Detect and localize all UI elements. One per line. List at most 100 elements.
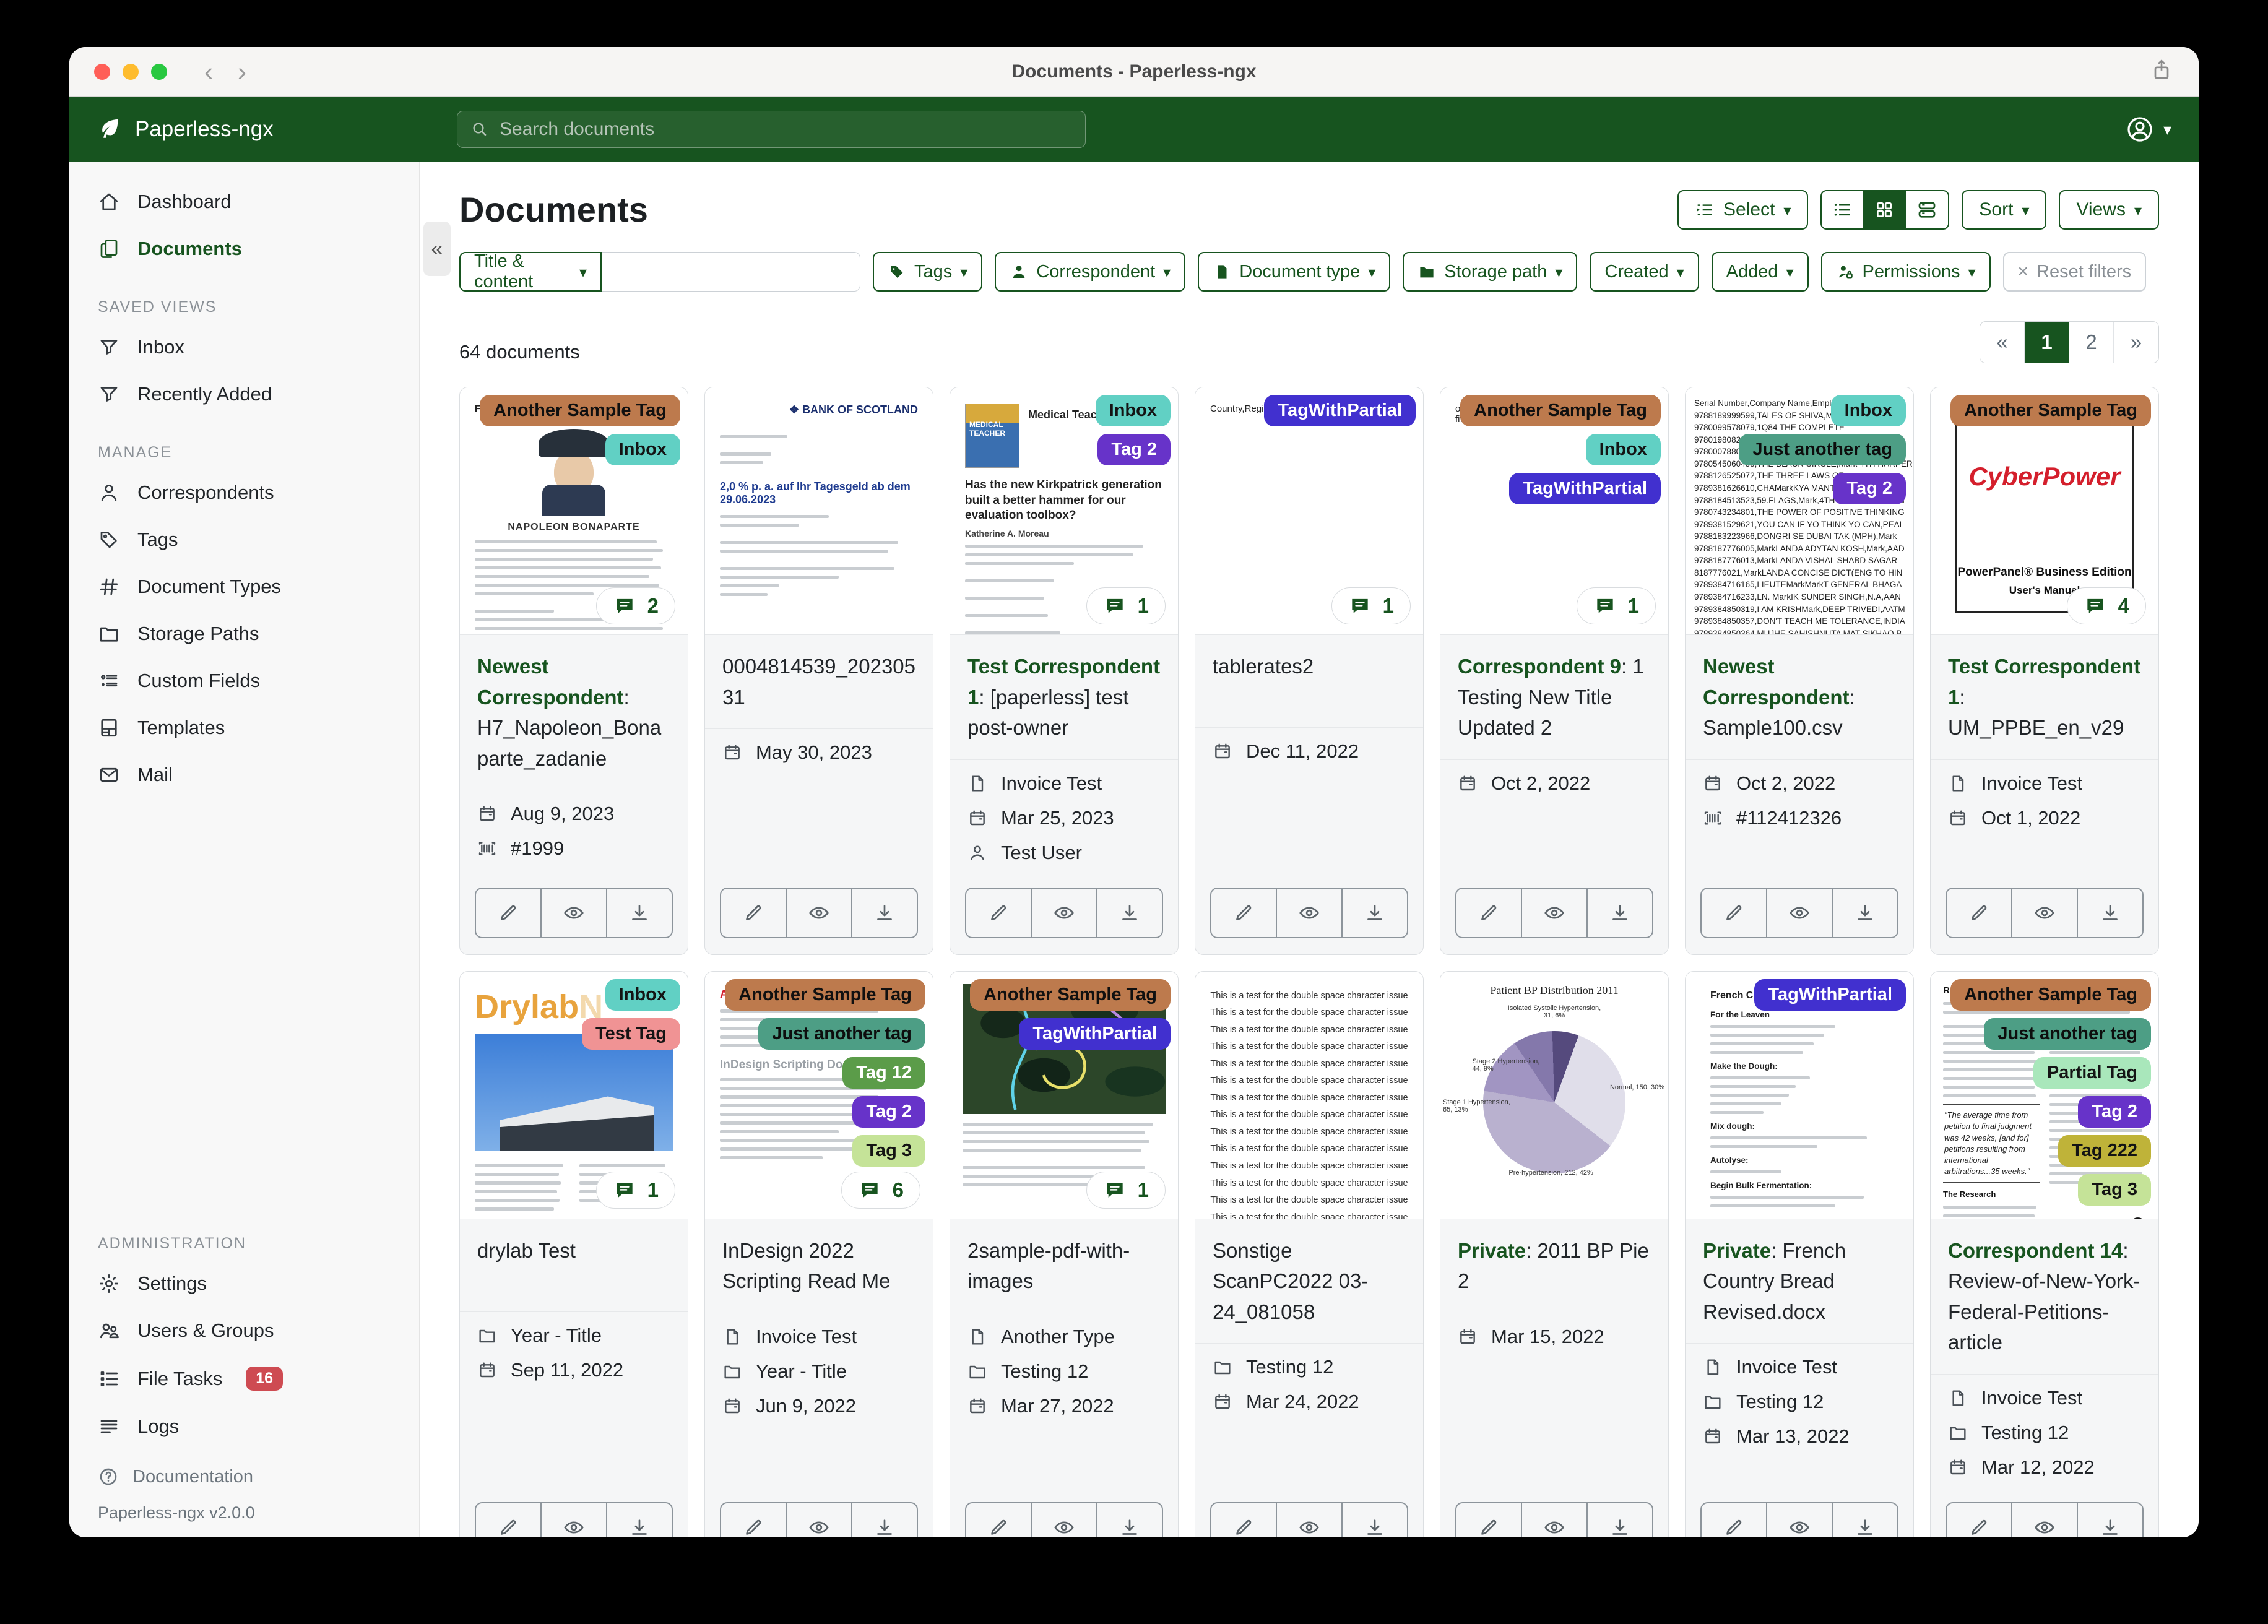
sidebar-item-correspondents[interactable]: Correspondents bbox=[69, 469, 419, 516]
document-card[interactable]: Review of"The average time from petition… bbox=[1930, 970, 2159, 1538]
tag-pill[interactable]: Test Tag bbox=[582, 1017, 680, 1050]
view-document-button[interactable] bbox=[787, 1503, 852, 1537]
tag-pill[interactable]: Tag 3 bbox=[2078, 1173, 2151, 1206]
tag-pill[interactable]: Another Sample Tag bbox=[1950, 978, 2151, 1011]
edit-document-button[interactable] bbox=[966, 1503, 1032, 1537]
edit-document-button[interactable] bbox=[1456, 888, 1522, 937]
document-title[interactable]: tablerates2 bbox=[1195, 635, 1423, 728]
document-card[interactable]: Serial Number,Company Name,Employe 978818… bbox=[1685, 387, 1914, 955]
search-input[interactable] bbox=[500, 119, 1073, 140]
tag-pill[interactable]: Just another tag bbox=[758, 1017, 925, 1050]
view-document-button[interactable] bbox=[787, 888, 852, 937]
view-document-button[interactable] bbox=[1522, 1503, 1588, 1537]
pagination-next-button[interactable]: » bbox=[2114, 322, 2158, 363]
comment-count-pill[interactable]: 1 bbox=[1086, 587, 1166, 624]
document-thumbnail[interactable]: ❖ BANK OF SCOTLAND 2,0 % p. a. auf Ihr Ta… bbox=[705, 387, 933, 635]
sidebar-item-tags[interactable]: Tags bbox=[69, 516, 419, 563]
filter-permissions-button[interactable]: Permissions bbox=[1820, 252, 1991, 292]
document-thumbnail[interactable]: Francja pod rNAPOLEON BONAPARTEAnother S… bbox=[460, 387, 688, 635]
sidebar-item-file-tasks[interactable]: File Tasks 16 bbox=[69, 1354, 419, 1403]
document-title[interactable]: 0004814539_20230531 bbox=[705, 635, 933, 729]
tag-pill[interactable]: Another Sample Tag bbox=[480, 395, 680, 426]
view-document-button[interactable] bbox=[1032, 888, 1097, 937]
edit-document-button[interactable] bbox=[966, 888, 1032, 937]
download-document-button[interactable] bbox=[852, 889, 917, 937]
view-grid-button[interactable] bbox=[1864, 191, 1907, 228]
download-document-button[interactable] bbox=[1588, 889, 1652, 937]
filter-correspondent-button[interactable]: Correspondent bbox=[995, 252, 1186, 292]
filter-document-type-button[interactable]: Document type bbox=[1198, 252, 1391, 292]
document-card[interactable]: DrylabN Inbox Test Tag 1 drylab Test Year - T… bbox=[459, 970, 688, 1537]
views-button[interactable]: Views bbox=[2059, 189, 2159, 230]
view-document-button[interactable] bbox=[2012, 888, 2078, 937]
download-document-button[interactable] bbox=[1097, 889, 1162, 937]
sidebar-item-mail[interactable]: Mail bbox=[69, 751, 419, 798]
document-title[interactable]: 2sample-pdf-with-images bbox=[950, 1219, 1178, 1313]
tag-pill[interactable]: Inbox bbox=[1095, 395, 1171, 426]
download-document-button[interactable] bbox=[852, 1503, 917, 1538]
document-card[interactable]: French Country BreadFor the LeavenMake t… bbox=[1685, 970, 1914, 1537]
tag-pill[interactable]: Inbox bbox=[605, 978, 680, 1011]
document-title[interactable]: Private: 2011 BP Pie 2 bbox=[1440, 1219, 1668, 1313]
filter-created-button[interactable]: Created bbox=[1590, 252, 1699, 292]
comment-count-pill[interactable]: 6 bbox=[841, 1171, 920, 1209]
download-document-button[interactable] bbox=[1343, 1503, 1407, 1538]
sidebar-item-custom-fields[interactable]: Custom Fields bbox=[69, 657, 419, 704]
document-title[interactable]: Newest Correspondent: H7_Napoleon_Bonapa… bbox=[460, 635, 688, 790]
sidebar-collapse-button[interactable]: « bbox=[423, 222, 451, 276]
tag-pill[interactable]: Tag 222 bbox=[2058, 1134, 2151, 1167]
edit-document-button[interactable] bbox=[1211, 888, 1277, 937]
document-title[interactable]: Newest Correspondent: Sample100.csv bbox=[1686, 635, 1913, 760]
download-document-button[interactable] bbox=[607, 889, 672, 937]
pagination-page-1[interactable]: 1 bbox=[2025, 322, 2069, 363]
view-document-button[interactable] bbox=[1767, 888, 1833, 937]
view-detail-button[interactable] bbox=[1906, 191, 1949, 228]
document-card[interactable]: Another Sample Tag TagWithPartial 1 2sample… bbox=[950, 970, 1179, 1537]
document-card[interactable]: Patient BP Distribution 2011 Isolated Sys… bbox=[1440, 970, 1669, 1537]
document-title[interactable]: drylab Test bbox=[460, 1219, 688, 1312]
comment-count-pill[interactable]: 1 bbox=[1331, 587, 1411, 624]
tag-pill[interactable]: TagWithPartial bbox=[1019, 1017, 1171, 1050]
document-thumbnail[interactable]: Patient BP Distribution 2011 Isolated Sys… bbox=[1440, 971, 1668, 1219]
view-document-button[interactable] bbox=[1277, 1503, 1343, 1537]
document-thumbnail[interactable]: French Country BreadFor the LeavenMake t… bbox=[1686, 971, 1913, 1219]
tag-pill[interactable]: Another Sample Tag bbox=[1460, 395, 1661, 426]
tag-pill[interactable]: Tag 12 bbox=[842, 1056, 925, 1089]
download-document-button[interactable] bbox=[1343, 889, 1407, 937]
document-thumbnail[interactable]: Serial Number,Company Name,Employe 978818… bbox=[1686, 387, 1913, 635]
tag-pill[interactable]: TagWithPartial bbox=[1264, 395, 1416, 426]
view-document-button[interactable] bbox=[542, 888, 607, 937]
tag-pill[interactable]: Inbox bbox=[605, 434, 680, 465]
sidebar-item-users-groups[interactable]: Users & Groups bbox=[69, 1307, 419, 1354]
edit-document-button[interactable] bbox=[1456, 1503, 1522, 1537]
tag-pill[interactable]: TagWithPartial bbox=[1509, 473, 1661, 504]
tag-pill[interactable]: Just another tag bbox=[1739, 434, 1906, 465]
sidebar-item-settings[interactable]: Settings bbox=[69, 1260, 419, 1307]
download-document-button[interactable] bbox=[1833, 889, 1897, 937]
reset-filters-button[interactable]: × Reset filters bbox=[2002, 252, 2147, 292]
filter-mode-dropdown[interactable]: Title & content bbox=[459, 251, 602, 292]
share-icon[interactable] bbox=[2149, 58, 2174, 85]
download-document-button[interactable] bbox=[2078, 1503, 2142, 1538]
document-card[interactable]: This is a test for the double space char… bbox=[1195, 970, 1424, 1538]
document-card[interactable]: AdoInDesign Scripting DocumentationAnoth… bbox=[704, 970, 933, 1538]
tag-pill[interactable]: Tag 2 bbox=[1097, 434, 1171, 465]
pagination-prev-button[interactable]: « bbox=[1980, 322, 2025, 363]
edit-document-button[interactable] bbox=[1211, 1503, 1277, 1537]
view-document-button[interactable] bbox=[1032, 1503, 1097, 1537]
view-list-button[interactable] bbox=[1822, 191, 1864, 228]
tag-pill[interactable]: TagWithPartial bbox=[1754, 978, 1906, 1011]
document-card[interactable]: CyberPower PowerPanel® Business Edition Us… bbox=[1930, 387, 2159, 955]
document-thumbnail[interactable]: MEDICAL TEACHER Medical Teacher Has the new… bbox=[950, 387, 1178, 635]
edit-document-button[interactable] bbox=[1702, 1503, 1767, 1537]
tag-pill[interactable]: Another Sample Tag bbox=[1950, 395, 2151, 426]
document-card[interactable]: ❖ BANK OF SCOTLAND 2,0 % p. a. auf Ihr Ta… bbox=[704, 387, 933, 955]
comment-count-pill[interactable]: 1 bbox=[595, 1171, 675, 1209]
document-thumbnail[interactable]: DrylabN Inbox Test Tag 1 bbox=[460, 971, 688, 1219]
document-title[interactable]: Private: French Country Bread Revised.do… bbox=[1686, 1219, 1913, 1344]
document-title[interactable]: Test Correspondent 1: [paperless] test p… bbox=[950, 635, 1178, 760]
sidebar-item-templates[interactable]: Templates bbox=[69, 704, 419, 751]
tag-pill[interactable]: Tag 3 bbox=[852, 1134, 925, 1167]
filter-storage-path-button[interactable]: Storage path bbox=[1403, 252, 1578, 292]
edit-document-button[interactable] bbox=[1947, 888, 2012, 937]
